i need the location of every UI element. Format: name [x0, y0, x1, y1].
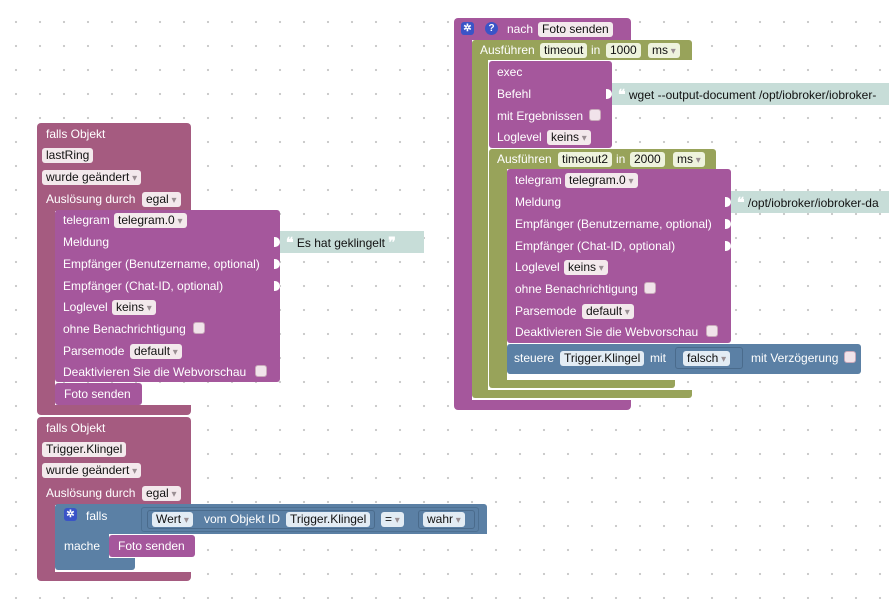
loglevel-dropdown[interactable]: keins: [564, 260, 608, 275]
trigger-dropdown[interactable]: egal: [142, 192, 181, 207]
exec-loglevel-label: Loglevel: [497, 130, 542, 144]
nopreview-label: Deaktivieren Sie die Webvorschau: [63, 365, 247, 379]
call-label: Foto senden: [118, 539, 185, 553]
timeout-footer: [472, 390, 692, 398]
exec-loglevel-dropdown[interactable]: keins: [547, 130, 591, 145]
timeout-spine: [472, 60, 488, 390]
change-type-dropdown[interactable]: wurde geändert: [42, 170, 142, 185]
command-string-block[interactable]: ❝ wget --output-document /opt/iobroker/i…: [612, 83, 889, 105]
delay-checkbox[interactable]: [844, 351, 856, 363]
if-block-footer: [55, 558, 135, 570]
parsemode-label: Parsemode: [63, 344, 125, 358]
trigger-label: Auslösung durch: [46, 192, 136, 206]
event-block-footer: [37, 405, 191, 415]
control-label: steuere: [514, 351, 555, 365]
parsemode-label: Parsemode: [515, 304, 577, 318]
gear-icon[interactable]: ✲: [64, 508, 77, 521]
timeout2-unit-dropdown[interactable]: ms: [673, 152, 705, 167]
nopreview-label: Deaktivieren Sie die Webvorschau: [515, 325, 699, 339]
parsemode-dropdown[interactable]: default: [582, 304, 634, 319]
do-label: mache: [64, 539, 101, 553]
trigger-label: Auslösung durch: [46, 486, 136, 500]
change-type-dropdown[interactable]: wurde geändert: [42, 463, 142, 478]
control-value-dropdown[interactable]: falsch: [683, 351, 731, 366]
function-name-field[interactable]: Foto senden: [538, 22, 613, 37]
control-with-label: mit: [650, 351, 666, 365]
timeout2-in-label: in: [616, 152, 626, 166]
from-object-label: vom Objekt ID: [204, 512, 281, 526]
if-label: falls: [86, 509, 108, 523]
help-icon[interactable]: ?: [485, 22, 498, 35]
message-string-block[interactable]: ❝ /opt/iobroker/iobroker-da: [731, 191, 889, 213]
operator-dropdown[interactable]: =: [381, 512, 404, 527]
event-title: falls Objekt: [46, 421, 106, 435]
timeout2-label: Ausführen: [497, 152, 552, 166]
loglevel-dropdown[interactable]: keins: [112, 300, 156, 315]
message-string-block[interactable]: ❝ Es hat geklingelt ❞: [280, 231, 424, 253]
delay-label: mit Verzögerung: [751, 351, 839, 365]
quote-open-icon: ❝: [737, 194, 745, 210]
user-label: Empfänger (Benutzername, optional): [515, 217, 712, 231]
gear-icon[interactable]: ✲: [461, 22, 474, 35]
exec-label: exec: [497, 65, 523, 79]
quote-open-icon: ❝: [286, 234, 294, 250]
function-prefix: nach: [507, 22, 534, 36]
silent-checkbox[interactable]: [193, 322, 205, 334]
timeout2-value-field[interactable]: 2000: [630, 152, 665, 167]
timeout2-footer: [489, 380, 675, 388]
command-text[interactable]: wget --output-document /opt/iobroker/iob…: [629, 88, 876, 102]
control-object-field[interactable]: Trigger.Klingel: [560, 351, 645, 366]
event-title: falls Objekt: [46, 127, 106, 141]
compare-value-dropdown[interactable]: wahr: [423, 512, 465, 527]
results-checkbox[interactable]: [589, 109, 601, 121]
event-block-spine: [37, 205, 55, 405]
parsemode-dropdown[interactable]: default: [130, 344, 182, 359]
event-block-footer: [37, 572, 191, 581]
function-spine: [454, 40, 472, 400]
timeout-unit-dropdown[interactable]: ms: [648, 43, 680, 58]
loglevel-label: Loglevel: [515, 260, 560, 274]
user-label: Empfänger (Benutzername, optional): [63, 257, 260, 271]
chat-label: Empfänger (Chat-ID, optional): [63, 279, 224, 293]
call-label: Foto senden: [64, 387, 131, 401]
telegram-instance-dropdown[interactable]: telegram.0: [114, 213, 187, 228]
value-type-dropdown[interactable]: Wert: [152, 512, 193, 527]
timeout-value-field[interactable]: 1000: [606, 43, 641, 58]
object-id-field[interactable]: Trigger.Klingel: [42, 442, 127, 457]
timeout-label: Ausführen: [480, 43, 535, 57]
message-text[interactable]: Es hat geklingelt: [297, 236, 385, 250]
function-footer: [454, 400, 631, 410]
timeout-in-label: in: [591, 43, 601, 57]
telegram-instance-dropdown[interactable]: telegram.0: [565, 173, 638, 188]
message-text[interactable]: /opt/iobroker/iobroker-da: [748, 196, 879, 210]
silent-checkbox[interactable]: [644, 282, 656, 294]
quote-open-icon: ❝: [618, 86, 626, 102]
message-label: Meldung: [515, 195, 562, 209]
results-label: mit Ergebnissen: [497, 109, 584, 123]
quote-close-icon: ❞: [388, 234, 396, 250]
nopreview-checkbox[interactable]: [255, 365, 267, 377]
compare-object-id-field[interactable]: Trigger.Klingel: [286, 512, 371, 527]
nopreview-checkbox[interactable]: [706, 325, 718, 337]
command-label: Befehl: [497, 87, 532, 101]
silent-label: ohne Benachrichtigung: [63, 322, 186, 336]
telegram-label: telegram: [63, 213, 110, 227]
telegram-label: telegram: [515, 173, 562, 187]
timeout2-spine: [489, 169, 507, 380]
loglevel-label: Loglevel: [63, 300, 108, 314]
chat-label: Empfänger (Chat-ID, optional): [515, 239, 676, 253]
silent-label: ohne Benachrichtigung: [515, 282, 638, 296]
timeout2-var-field[interactable]: timeout2: [558, 152, 613, 167]
timeout-var-field[interactable]: timeout: [540, 43, 588, 58]
trigger-dropdown[interactable]: egal: [142, 486, 181, 501]
object-id-field[interactable]: lastRing: [42, 148, 94, 163]
event-block-spine: [37, 500, 55, 572]
message-label: Meldung: [63, 235, 110, 249]
